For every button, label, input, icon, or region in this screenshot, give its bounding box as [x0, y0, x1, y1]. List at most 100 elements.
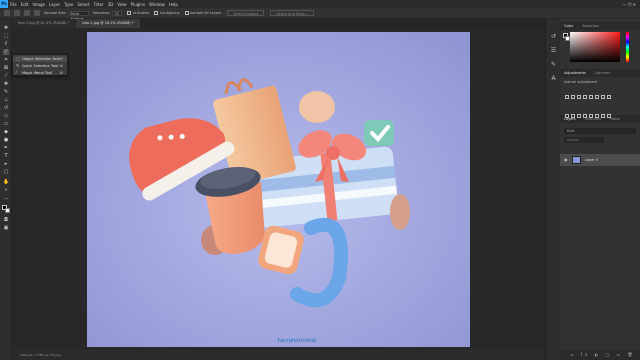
menu-layer[interactable]: Layer [49, 2, 60, 7]
home-icon[interactable] [4, 10, 10, 16]
menu-filter[interactable]: Filter [94, 2, 104, 7]
eraser-tool-icon[interactable]: ◇ [3, 113, 9, 119]
object-selection-icon: ⬚ [16, 56, 20, 61]
selection-tool-icon[interactable]: ⁄ [3, 49, 9, 55]
move-tool-icon[interactable]: ✥ [3, 25, 9, 31]
menu-select[interactable]: Select [77, 2, 89, 7]
sample-all-checkbox[interactable] [184, 11, 189, 15]
more-tools-icon[interactable]: … [3, 195, 9, 201]
hand-tool-icon[interactable]: ✋ [3, 179, 9, 185]
flyout-magic-wand[interactable]: ⁄ Magic Wand Tool W [13, 70, 67, 76]
brush-tool-icon[interactable]: ✎ [3, 89, 9, 95]
color-picker-field[interactable] [570, 32, 620, 62]
layer-row[interactable]: ◉ Layer 0 [560, 154, 640, 166]
photo-filter-icon[interactable] [565, 114, 569, 118]
color-balance-icon[interactable] [601, 95, 605, 99]
history-brush-icon[interactable]: ↺ [3, 105, 9, 111]
menu-bar: Ps File Edit Image Layer Type Select Fil… [0, 0, 640, 8]
document-canvas[interactable] [87, 32, 470, 347]
select-subject-button[interactable]: Select Subject [227, 10, 265, 16]
marquee-tool-icon[interactable]: ⬚ [3, 33, 9, 39]
adjustments-grid [565, 86, 615, 124]
type-tool-icon[interactable]: T [3, 153, 9, 159]
menu-type[interactable]: Type [64, 2, 73, 7]
tab-adjustments[interactable]: Adjustments [560, 71, 590, 75]
character-panel-icon[interactable]: A [550, 75, 557, 82]
frame-tool-icon[interactable]: ⊠ [3, 65, 9, 71]
menu-3d[interactable]: 3D [108, 2, 114, 7]
check-badge-illustration [364, 120, 394, 146]
anti-alias-checkbox[interactable] [127, 11, 132, 15]
gradient-map-icon[interactable] [601, 114, 605, 118]
brightness-adjust-icon[interactable] [565, 95, 569, 99]
screen-mode-icon[interactable]: ▣ [3, 225, 9, 231]
tab-document-1[interactable]: foto 2.jpg @ 81,5% (RGB/8) * [12, 19, 76, 28]
quick-selection-icon: ✎ [16, 63, 20, 68]
gradient-tool-icon[interactable]: ▭ [3, 121, 9, 127]
window-controls[interactable]: — ❐ ✕ [623, 2, 636, 7]
background-color-swatch[interactable] [5, 208, 10, 213]
levels-adjust-icon[interactable] [571, 95, 575, 99]
photoshop-logo: Ps [0, 0, 8, 8]
crop-tool-icon[interactable]: ⌗ [3, 57, 9, 63]
path-selection-icon[interactable]: ▸ [3, 161, 9, 167]
add-selection-icon[interactable] [34, 10, 40, 16]
bw-adjust-icon[interactable] [607, 95, 611, 99]
blend-mode-select[interactable]: Normal [564, 137, 604, 143]
invert-adjust-icon[interactable] [583, 114, 587, 118]
zoom-tool-icon[interactable]: ⌕ [3, 187, 9, 193]
posterize-adjust-icon[interactable] [589, 114, 593, 118]
dodge-tool-icon[interactable]: ● [3, 137, 9, 143]
sample-size-select[interactable]: Point Sample [68, 10, 89, 21]
layer-name: Layer 0 [585, 158, 599, 162]
curves-adjust-icon[interactable] [577, 95, 581, 99]
watermark-text: fasrphotoshop [277, 338, 317, 344]
properties-panel-icon[interactable]: ☰ [550, 47, 557, 54]
shape-tool-icon[interactable]: ▢ [3, 169, 9, 175]
select-mask-button[interactable]: Select and Mask... [270, 10, 315, 16]
document-tabs: foto 2.jpg @ 81,5% (RGB/8) * foto 2.jpg … [12, 19, 545, 28]
quick-mask-icon[interactable]: ◘ [3, 217, 9, 223]
tab-swatches[interactable]: Swatches [578, 24, 603, 28]
menu-file[interactable]: File [10, 2, 17, 7]
menu-view[interactable]: View [117, 2, 127, 7]
hue-slider[interactable] [626, 32, 629, 62]
adjustments-label: Add an adjustment [564, 80, 598, 84]
color-lookup-icon[interactable] [577, 114, 581, 118]
anti-alias-label: Anti-alias [132, 11, 150, 15]
tab-color[interactable]: Color [560, 24, 577, 28]
menu-edit[interactable]: Edit [21, 2, 29, 7]
menu-image[interactable]: Image [32, 2, 45, 7]
vibrance-adjust-icon[interactable] [589, 95, 593, 99]
blur-tool-icon[interactable]: ◆ [3, 129, 9, 135]
healing-tool-icon[interactable]: ✚ [3, 81, 9, 87]
threshold-adjust-icon[interactable] [595, 114, 599, 118]
contiguous-checkbox[interactable] [154, 11, 159, 15]
visibility-eye-icon[interactable]: ◉ [564, 154, 568, 166]
layers-footer-icons[interactable]: ∞ fx ◐ ▢ ▭ 🗑 [560, 350, 640, 360]
brush-panel-icon[interactable]: ✎ [550, 61, 557, 68]
lasso-tool-icon[interactable]: ℓ [3, 41, 9, 47]
pen-tool-icon[interactable]: ✒ [3, 145, 9, 151]
exposure-adjust-icon[interactable] [583, 95, 587, 99]
tolerance-input[interactable]: 32 [112, 10, 123, 16]
tab-document-2[interactable]: foto 2.jpg @ 16,1% (RGB/8) * [76, 19, 140, 28]
eyedropper-tool-icon[interactable]: ⁄ [3, 73, 9, 79]
magic-wand-icon: ⁄ [16, 70, 17, 75]
channel-mixer-icon[interactable] [571, 114, 575, 118]
flyout-quick-selection[interactable]: ✎ Quick Selection Tool W [13, 63, 67, 69]
tool-preset-icon[interactable] [14, 10, 20, 16]
layer-thumbnail [572, 156, 581, 164]
status-bar: 1914 px x 1787 px (72 ppi) [12, 350, 545, 360]
selective-color-icon[interactable] [607, 114, 611, 118]
layer-kind-filter[interactable]: Kind [564, 128, 636, 134]
stamp-tool-icon[interactable]: ⊥ [3, 97, 9, 103]
history-panel-icon[interactable]: ↺ [550, 33, 557, 40]
new-selection-icon[interactable] [24, 10, 30, 16]
flyout-object-selection[interactable]: ⬚ Object Selection Tool W [13, 56, 67, 62]
menu-help[interactable]: Help [169, 2, 178, 7]
menu-window[interactable]: Window [149, 2, 165, 7]
hue-adjust-icon[interactable] [595, 95, 599, 99]
menu-plugins[interactable]: Plugins [131, 2, 145, 7]
tab-libraries[interactable]: Libraries [591, 71, 614, 75]
